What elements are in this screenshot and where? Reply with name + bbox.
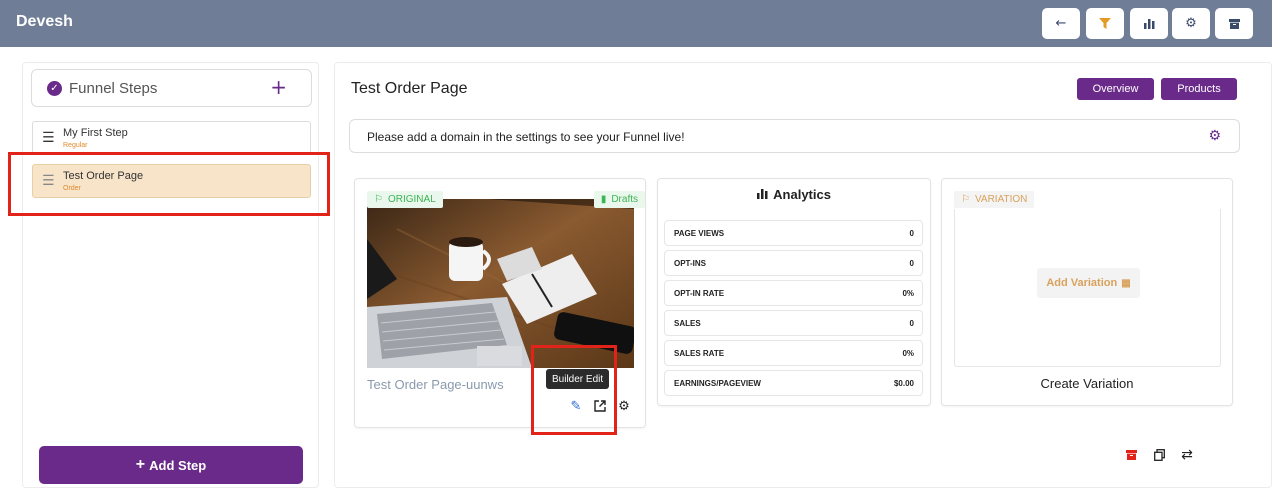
- drafts-tag[interactable]: ▮ Drafts: [593, 191, 645, 208]
- arrow-left-icon: ←: [1055, 16, 1067, 31]
- stat-label: SALES: [674, 319, 701, 328]
- stat-row-opt-ins: OPT-INS 0: [664, 250, 923, 276]
- main-panel: Test Order Page Overview Products Please…: [334, 62, 1272, 488]
- gear-icon[interactable]: ⚙: [615, 397, 633, 415]
- archive-icon[interactable]: [1123, 447, 1139, 463]
- domain-notice-text: Please add a domain in the settings to s…: [367, 130, 685, 144]
- funnel-icon: [1099, 18, 1111, 29]
- stat-label: OPT-INS: [674, 259, 707, 268]
- gear-icon: ⚙: [1185, 16, 1197, 31]
- archive-icon: [1228, 18, 1240, 29]
- bar-chart-icon: [1143, 18, 1154, 29]
- stat-value: $0.00: [893, 379, 914, 388]
- stat-row-opt-in-rate: OPT-IN RATE 0%: [664, 280, 923, 306]
- variation-tag-label: VARIATION: [974, 194, 1028, 205]
- stat-value: 0: [909, 319, 914, 328]
- archive-button[interactable]: [1215, 8, 1253, 39]
- stat-row-page-views: PAGE VIEWS 0: [664, 220, 923, 246]
- step-name: My First Step: [63, 127, 128, 139]
- domain-notice: Please add a domain in the settings to s…: [349, 119, 1240, 153]
- funnel-steps-header: ✓ Funnel Steps +: [31, 69, 312, 107]
- copy-icon[interactable]: [1151, 447, 1167, 463]
- bar-chart-icon: [757, 189, 768, 199]
- page-title: Test Order Page: [351, 80, 468, 97]
- funnel-steps-title: Funnel Steps: [69, 80, 158, 97]
- stat-value: 0: [909, 229, 914, 238]
- stat-label: PAGE VIEWS: [674, 229, 725, 238]
- step-item-my-first-step[interactable]: ☰ My First Step Regular: [32, 121, 311, 155]
- drag-handle-icon[interactable]: ☰: [42, 130, 55, 146]
- flag-icon: ⚐: [961, 194, 970, 205]
- settings-button[interactable]: ⚙: [1172, 8, 1210, 39]
- page-thumbnail[interactable]: [367, 199, 634, 368]
- stat-row-sales-rate: SALES RATE 0%: [664, 340, 923, 366]
- variation-tag: ⚐ VARIATION: [954, 191, 1035, 208]
- flag-icon: ⚐: [374, 194, 383, 205]
- filter-button[interactable]: [1086, 8, 1124, 39]
- original-page-name[interactable]: Test Order Page-uunws: [367, 377, 504, 392]
- stat-label: SALES RATE: [674, 349, 725, 358]
- gear-icon[interactable]: ⚙: [1208, 128, 1221, 144]
- add-variation-button[interactable]: Add Variation ▦: [1037, 268, 1140, 298]
- overview-button[interactable]: Overview: [1077, 78, 1154, 100]
- stat-value: 0: [909, 259, 914, 268]
- back-button[interactable]: ←: [1042, 8, 1080, 39]
- stat-row-earnings-per-pageview: EARNINGS/PAGEVIEW $0.00: [664, 370, 923, 396]
- analytics-button[interactable]: [1130, 8, 1168, 39]
- add-variation-label: Add Variation: [1046, 277, 1118, 289]
- stat-value: 0%: [902, 289, 914, 298]
- add-funnel-step-button[interactable]: +: [270, 76, 287, 98]
- original-tag-label: ORIGINAL: [387, 194, 436, 205]
- stat-value: 0%: [902, 349, 914, 358]
- highlight-box-builder-edit: [531, 345, 617, 435]
- funnel-steps-sidebar: ✓ Funnel Steps + ☰ My First Step Regular…: [22, 62, 319, 488]
- add-step-button[interactable]: + Add Step: [39, 446, 303, 484]
- stat-row-sales: SALES 0: [664, 310, 923, 336]
- variation-placeholder: Add Variation ▦: [954, 209, 1221, 367]
- check-circle-icon: ✓: [47, 81, 62, 96]
- create-variation-link[interactable]: Create Variation: [942, 376, 1232, 391]
- plus-icon: +: [135, 456, 146, 473]
- variation-card: Add Variation ▦ ⚐ VARIATION Create Varia…: [941, 178, 1233, 406]
- top-bar: Devesh ← ⚙: [0, 0, 1272, 47]
- stat-label: OPT-IN RATE: [674, 289, 725, 298]
- step-type: Regular: [63, 142, 88, 149]
- add-step-label: Add Step: [149, 457, 207, 473]
- document-icon: ▮: [600, 194, 607, 205]
- stat-label: EARNINGS/PAGEVIEW: [674, 379, 761, 388]
- highlight-box-active-step: [8, 152, 330, 216]
- building-icon: ▦: [1121, 277, 1131, 289]
- analytics-card: Analytics PAGE VIEWS 0 OPT-INS 0 OPT-IN …: [657, 178, 931, 406]
- brand-name: Devesh: [16, 13, 73, 30]
- analytics-title: Analytics: [658, 187, 930, 202]
- drafts-tag-label: Drafts: [611, 194, 638, 205]
- original-tag: ⚐ ORIGINAL: [367, 191, 443, 208]
- products-button[interactable]: Products: [1161, 78, 1237, 100]
- desk-photo-image: [367, 199, 634, 368]
- analytics-title-label: Analytics: [773, 187, 831, 202]
- swap-icon[interactable]: ⇄: [1179, 447, 1195, 463]
